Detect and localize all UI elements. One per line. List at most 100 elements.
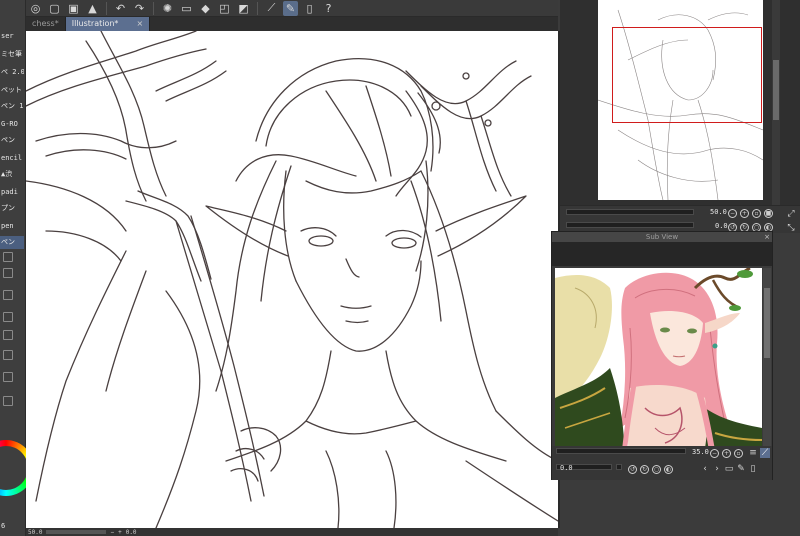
brush-item[interactable]: ser — [0, 30, 24, 43]
tool-option-icon[interactable] — [3, 396, 13, 406]
tab-label: Illustration* — [71, 19, 119, 28]
brush-item[interactable]: ペ 2.0 — [0, 66, 24, 79]
app-icon[interactable]: ◎ — [28, 1, 43, 16]
scroll-thumb[interactable] — [773, 60, 779, 120]
brush-item[interactable]: G-RO — [0, 118, 24, 131]
scroll-thumb[interactable] — [764, 288, 770, 358]
tool-option-icon[interactable] — [3, 312, 13, 322]
brush-item[interactable]: ペン — [0, 134, 24, 147]
separator — [153, 1, 154, 15]
ruler-icon[interactable]: ⟋ — [264, 1, 279, 16]
brush-item[interactable]: pen — [0, 220, 24, 233]
zoom-out-icon[interactable]: − — [710, 449, 719, 458]
collapse-icon[interactable]: ⤡ — [786, 223, 796, 233]
tool-option-icon[interactable] — [3, 252, 13, 262]
slider-end — [616, 464, 622, 470]
sub-view-rotation-value[interactable]: 0.0 — [560, 464, 573, 472]
next-icon[interactable]: › — [712, 464, 722, 474]
navigator-view-frame[interactable] — [612, 27, 762, 123]
brush-item[interactable]: ペット — [0, 84, 24, 97]
close-icon[interactable]: × — [136, 17, 143, 31]
reset-icon[interactable]: ○ — [652, 465, 661, 474]
command-bar: ◎ ▢ ▣ ▲ ↶ ↷ ✺ ▭ ◆ ◰ ◩ ⟋ ✎ ▯ ? — [26, 0, 558, 17]
navigator-zoom-value[interactable]: 50.0 — [710, 208, 727, 216]
brush-size-value: 6 — [1, 522, 6, 530]
sub-view-zoom-slider[interactable] — [556, 448, 686, 454]
brush-item[interactable]: ミセ筆 — [0, 48, 24, 61]
brush-item[interactable]: ペン 1 — [0, 100, 24, 113]
scroll-icon[interactable]: ≡ — [748, 448, 758, 458]
tab-chess[interactable]: chess* — [26, 17, 66, 31]
brush-list-panel: ser ミセ筆ペ 2.0 ペットペン 1 G-RO ペン encil ▲渋 padi プン pen… — [0, 0, 34, 536]
separator — [106, 1, 107, 15]
separator — [257, 1, 258, 15]
previous-icon[interactable]: ‹ — [700, 464, 710, 474]
expand-icon[interactable]: ⤢ — [786, 209, 796, 219]
minus-icon[interactable]: − — [110, 529, 114, 536]
redo-icon[interactable]: ↷ — [132, 1, 147, 16]
fill-icon[interactable]: ◆ — [198, 1, 213, 16]
undo-icon[interactable]: ↶ — [113, 1, 128, 16]
tool-option-icon[interactable] — [3, 372, 13, 382]
actual-size-icon[interactable]: ■ — [764, 209, 773, 218]
navigator-scrollbar[interactable] — [772, 0, 780, 240]
fit-icon[interactable]: ▫ — [734, 449, 743, 458]
document-tabs: chess* Illustration* × — [26, 17, 558, 31]
brush-item[interactable]: プン — [0, 202, 24, 215]
brush-item[interactable]: padi — [0, 186, 24, 199]
rotate-left-icon[interactable]: ↺ — [628, 465, 637, 474]
brush-item[interactable]: ペン — [0, 236, 24, 249]
sub-view-header — [552, 242, 772, 266]
fit-icon[interactable]: ▫ — [752, 209, 761, 218]
zoom-in-icon[interactable]: + — [740, 209, 749, 218]
zoom-slider[interactable] — [566, 209, 694, 215]
help-icon[interactable]: ? — [321, 1, 336, 16]
reference-illustration — [555, 268, 762, 468]
angle-value[interactable]: 0.0 — [126, 529, 137, 536]
import-icon[interactable]: ✎ — [736, 464, 746, 474]
rotate-right-icon[interactable]: ↻ — [640, 465, 649, 474]
clear-icon[interactable]: ▭ — [179, 1, 194, 16]
tab-illustration[interactable]: Illustration* × — [65, 17, 151, 31]
zoom-value[interactable]: 50.0 — [28, 529, 42, 536]
new-icon[interactable]: ▢ — [47, 1, 62, 16]
navigator-rotation-value[interactable]: 0.0 — [715, 222, 728, 230]
tab-label: chess* — [32, 19, 59, 28]
zoom-slider[interactable] — [46, 530, 107, 534]
spinner-icon[interactable]: ✺ — [160, 1, 175, 16]
brush-item[interactable]: ▲渋 — [0, 168, 24, 181]
export-icon[interactable]: ▲ — [85, 1, 100, 16]
open-folder-icon[interactable]: ▭ — [724, 464, 734, 474]
navigator-controls: 50.0 − + ▫ ■ 0.0 ↺ ↻ ○ ◐ ⤢ ⤡ — [560, 205, 800, 233]
zoom-in-icon[interactable]: + — [722, 449, 731, 458]
sub-view-zoom-value[interactable]: 35.0 — [692, 448, 709, 456]
selection-icon[interactable]: ◩ — [236, 1, 251, 16]
tool-option-icon[interactable] — [3, 268, 13, 278]
tool-option-icon[interactable] — [3, 290, 13, 300]
clip-studio-window: ser ミセ筆ペ 2.0 ペットペン 1 G-RO ペン encil ▲渋 padi プン pen… — [0, 0, 800, 536]
line-art-drawing — [26, 31, 558, 528]
rotation-slider[interactable] — [566, 222, 694, 228]
sub-view-reference-image[interactable] — [555, 268, 762, 468]
sub-view-scrollbar-vertical[interactable] — [763, 268, 771, 468]
close-icon[interactable]: × — [764, 232, 770, 242]
pen-icon[interactable]: ✎ — [283, 0, 298, 16]
save-icon[interactable]: ▣ — [66, 1, 81, 16]
flip-icon[interactable]: ◐ — [664, 465, 673, 474]
eyedropper-icon[interactable]: ⟋ — [760, 448, 770, 458]
transform-icon[interactable]: ◰ — [217, 1, 232, 16]
sub-view-panel: Sub View × 35.0 − + ▫ ≡ ⟋ 0.0 ↺ ↻ ○ ◐ ‹ … — [551, 231, 773, 480]
tool-option-icon[interactable] — [3, 330, 13, 340]
sub-view-title: Sub View — [645, 233, 679, 241]
brush-item[interactable]: encil — [0, 152, 24, 165]
status-bar: 50.0 − + 0.0 — [26, 528, 558, 536]
sub-view-controls: 35.0 − + ▫ ≡ ⟋ 0.0 ↺ ↻ ○ ◐ ‹ › ▭ ✎ ▯ — [552, 446, 772, 480]
zoom-out-icon[interactable]: − — [728, 209, 737, 218]
sub-view-titlebar[interactable]: Sub View × — [552, 232, 772, 242]
device-icon[interactable]: ▯ — [302, 1, 317, 16]
plus-icon[interactable]: + — [118, 529, 122, 536]
delete-icon[interactable]: ▯ — [748, 464, 758, 474]
drawing-canvas[interactable] — [26, 31, 558, 528]
tool-option-icon[interactable] — [3, 350, 13, 360]
right-dock-empty — [773, 480, 800, 536]
